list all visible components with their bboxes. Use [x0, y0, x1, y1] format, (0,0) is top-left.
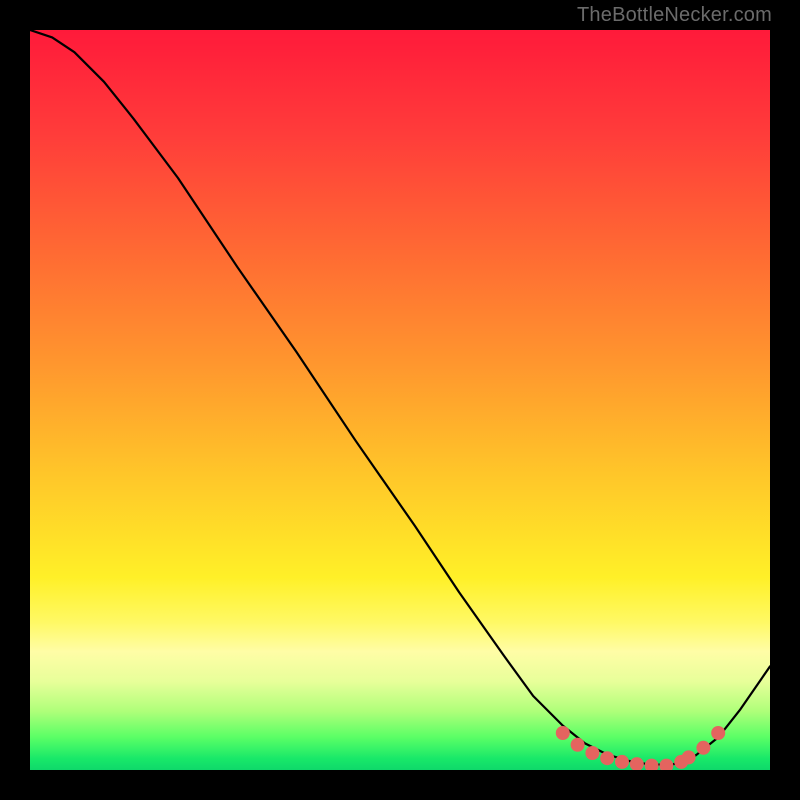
- marker-dot: [682, 750, 696, 764]
- marker-dot: [585, 746, 599, 760]
- marker-dot: [556, 726, 570, 740]
- watermark-text: TheBottleNecker.com: [577, 4, 772, 27]
- marker-dot: [600, 751, 614, 765]
- marker-dot: [696, 741, 710, 755]
- gradient-backdrop: [30, 30, 770, 770]
- chart-frame: TheBottleNecker.com: [0, 0, 800, 800]
- marker-dot: [571, 738, 585, 752]
- marker-dot: [711, 726, 725, 740]
- marker-dot: [615, 755, 629, 769]
- bottleneck-chart: [30, 30, 770, 770]
